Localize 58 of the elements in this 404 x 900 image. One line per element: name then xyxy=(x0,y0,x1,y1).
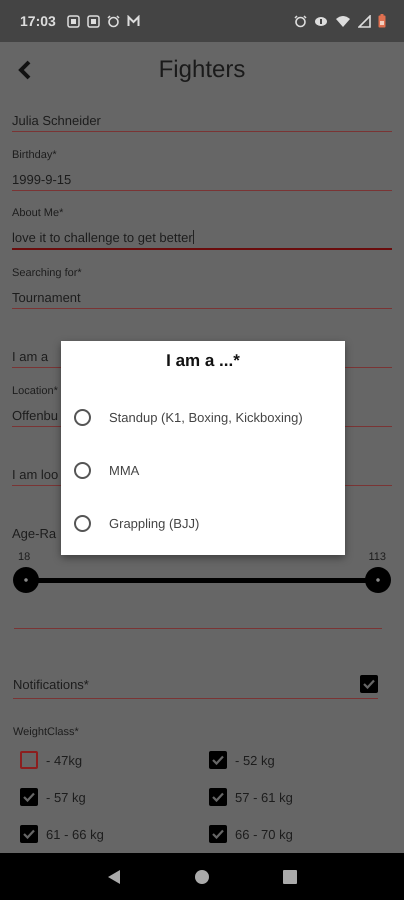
home-nav-icon[interactable] xyxy=(194,868,210,884)
field-value: Tournament xyxy=(12,289,81,307)
wifi-icon xyxy=(335,14,351,28)
checkbox[interactable] xyxy=(209,751,227,769)
checkbox-label: - 47kg xyxy=(46,752,82,768)
page-title: Fighters xyxy=(158,56,246,84)
max-value: 113 xyxy=(368,551,386,563)
field-label: About Me* xyxy=(12,206,64,220)
checkbox[interactable] xyxy=(20,751,38,769)
dialog-title: I am a ...* xyxy=(165,351,241,371)
slider-thumb[interactable] xyxy=(365,567,391,593)
range-slider[interactable] xyxy=(13,567,391,593)
checkbox-label: 66 - 70 kg xyxy=(235,826,293,842)
slider-thumb[interactable] xyxy=(13,567,39,593)
checkbox-label: 57 - 61 kg xyxy=(235,790,293,804)
checkbox[interactable] xyxy=(209,788,227,806)
text-field[interactable]: Birthday* 1999-9-15 xyxy=(12,132,392,191)
text-field[interactable]: About Me* love it to challenge to get better xyxy=(12,191,392,250)
radio-option[interactable]: Standup (K1, Boxing, Kickboxing) xyxy=(61,391,345,444)
field-value: Offenbu xyxy=(12,407,58,425)
checkbox[interactable] xyxy=(209,825,227,843)
recents-nav-icon[interactable] xyxy=(282,868,298,884)
field-label: Age-Ra xyxy=(12,526,56,541)
mail-icon xyxy=(126,14,140,28)
checkbox-label: - 57 kg xyxy=(46,790,86,804)
radio-button[interactable] xyxy=(74,462,91,479)
option-label: MMA xyxy=(109,463,140,478)
notifications-label: Notifications* xyxy=(13,676,89,692)
field-value: 1999-9-15 xyxy=(12,171,72,189)
checkbox[interactable] xyxy=(20,825,38,843)
status-time: 17:03 xyxy=(20,13,56,29)
option-label: Standup (K1, Boxing, Kickboxing) xyxy=(109,410,303,425)
field-placeholder: I am loo xyxy=(12,466,58,484)
alarm-icon xyxy=(106,14,120,28)
field-value: Julia Schneider xyxy=(12,112,101,130)
section-label: WeightClass* xyxy=(13,725,80,739)
battery-icon xyxy=(378,14,386,28)
field-label: Birthday* xyxy=(12,148,57,162)
radio-button[interactable] xyxy=(74,409,91,426)
field-value: love it to challenge to get better xyxy=(12,229,194,247)
checkbox[interactable] xyxy=(20,788,38,806)
option-label: Grappling (BJJ) xyxy=(109,516,200,531)
field-placeholder: I am a xyxy=(12,348,48,366)
radio-option[interactable]: Grappling (BJJ) xyxy=(61,497,345,550)
checkbox[interactable] xyxy=(360,675,378,693)
back-nav-icon[interactable] xyxy=(106,868,122,884)
checkbox-label: - 52 kg xyxy=(235,752,275,768)
field-label: Searching for* xyxy=(12,266,82,280)
eye-icon xyxy=(314,14,328,28)
field-label: Location* xyxy=(12,384,58,398)
radio-option[interactable]: MMA xyxy=(61,444,345,497)
signal-icon xyxy=(358,14,371,28)
text-field[interactable]: Julia Schneider xyxy=(12,98,392,132)
alarm-icon xyxy=(294,14,307,28)
checkbox-label: 61 - 66 kg xyxy=(46,826,104,842)
radio-button[interactable] xyxy=(74,515,91,532)
text-field[interactable]: Searching for* Tournament xyxy=(12,250,392,309)
min-value: 18 xyxy=(18,551,30,563)
